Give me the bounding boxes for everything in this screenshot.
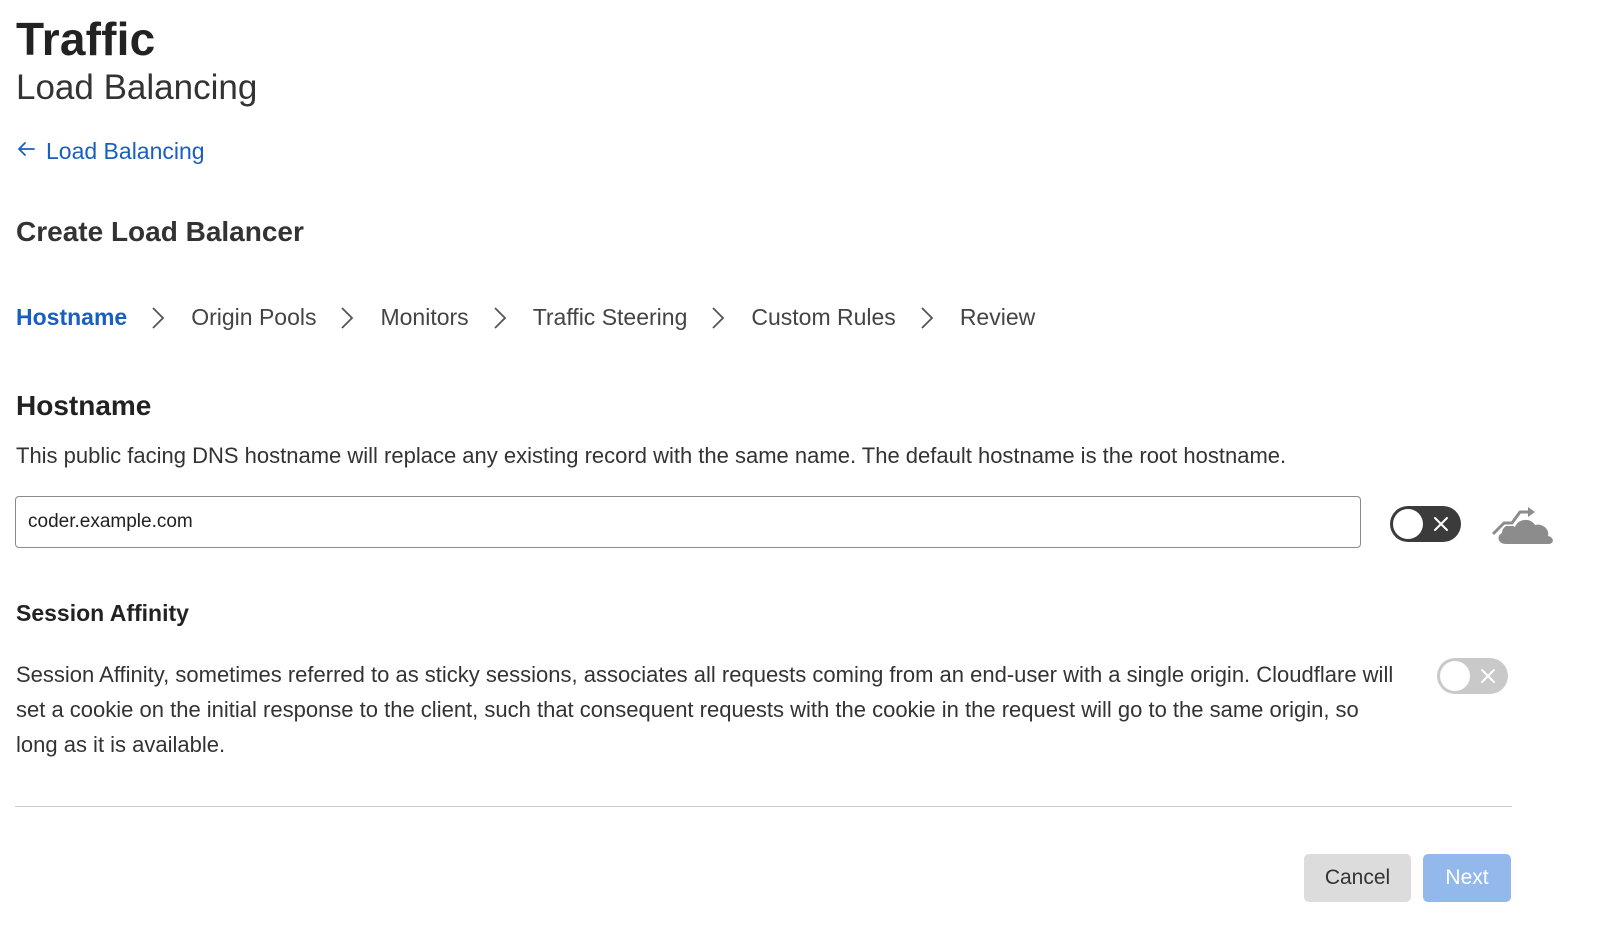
step-traffic-steering[interactable]: Traffic Steering: [533, 304, 688, 331]
hostname-description: This public facing DNS hostname will rep…: [16, 443, 1287, 468]
divider: [15, 806, 1512, 807]
chevron-right-icon: [151, 306, 165, 330]
hostname-input[interactable]: [15, 496, 1361, 548]
wizard-steps: Hostname Origin Pools Monitors Traffic S…: [16, 304, 1035, 331]
next-button[interactable]: Next: [1423, 854, 1511, 902]
session-affinity-description: Session Affinity, sometimes referred to …: [16, 662, 1394, 757]
proxy-status-toggle[interactable]: [1390, 506, 1461, 542]
step-review[interactable]: Review: [960, 304, 1035, 331]
step-hostname[interactable]: Hostname: [16, 304, 127, 331]
cancel-button[interactable]: Cancel: [1304, 854, 1411, 902]
chevron-right-icon: [493, 306, 507, 330]
close-icon: [1479, 667, 1497, 685]
page-title: Traffic: [16, 13, 156, 65]
step-custom-rules[interactable]: Custom Rules: [751, 304, 895, 331]
hostname-heading: Hostname: [16, 390, 152, 421]
chevron-right-icon: [711, 306, 725, 330]
session-affinity-heading: Session Affinity: [16, 600, 189, 626]
back-link-label: Load Balancing: [46, 138, 205, 164]
step-monitors[interactable]: Monitors: [380, 304, 468, 331]
toggle-knob: [1393, 509, 1423, 539]
wizard-title: Create Load Balancer: [16, 216, 304, 247]
chevron-right-icon: [340, 306, 354, 330]
arrow-left-icon: [16, 138, 36, 165]
back-link-load-balancing[interactable]: Load Balancing: [16, 138, 205, 165]
session-affinity-toggle[interactable]: [1437, 658, 1508, 694]
toggle-knob: [1440, 661, 1470, 691]
dns-only-cloud-icon: [1490, 498, 1558, 550]
chevron-right-icon: [920, 306, 934, 330]
step-origin-pools[interactable]: Origin Pools: [191, 304, 316, 331]
page-subtitle: Load Balancing: [16, 68, 258, 107]
close-icon: [1432, 515, 1450, 533]
